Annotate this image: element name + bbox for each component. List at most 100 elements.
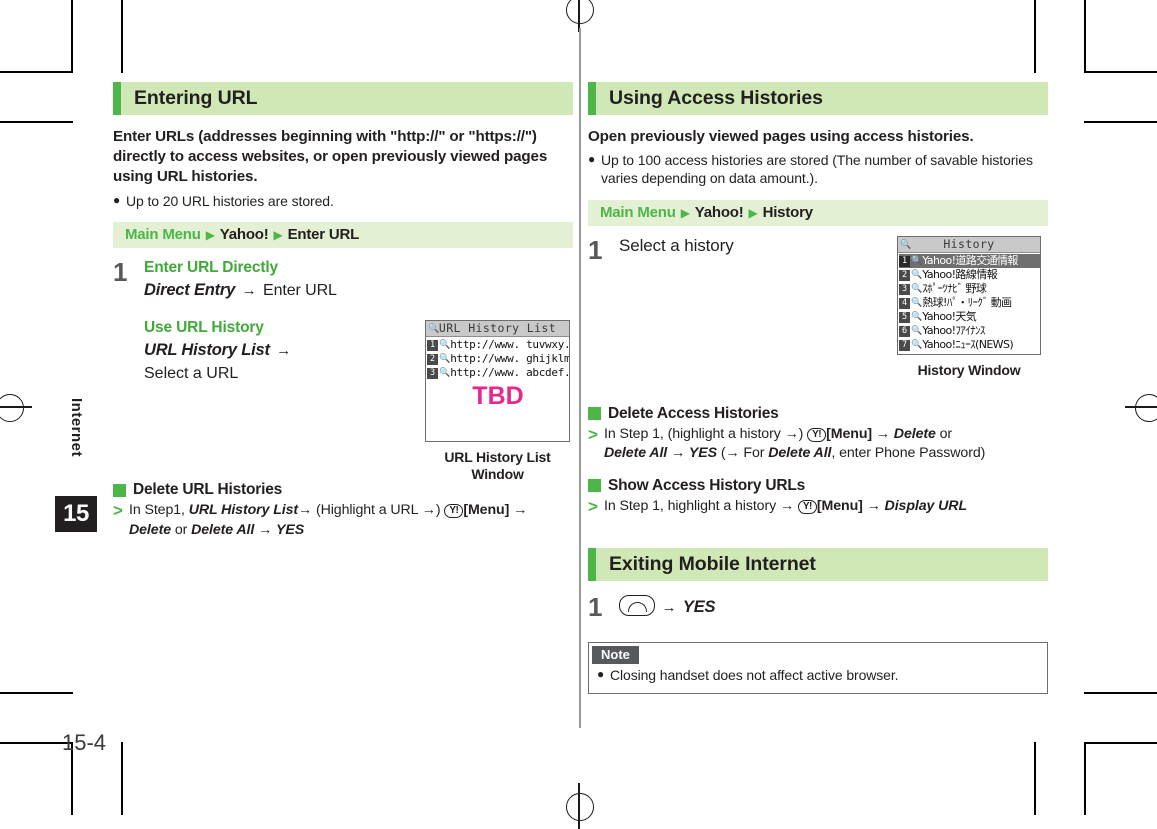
list-item[interactable]: 3 🔍 ｽﾎﾟｰﾂﾅﾋﾞ 野球 — [899, 282, 1040, 296]
yahoo-key-icon-3: Y! — [797, 499, 817, 514]
row-text: ｽﾎﾟｰﾂﾅﾋﾞ 野球 — [922, 282, 987, 295]
chapter-number-badge: 15 — [55, 496, 97, 532]
caption-line-2: Window — [471, 465, 524, 482]
step-block-a-heading: Enter URL Directly — [144, 258, 278, 276]
bullet-text-2: Up to 100 access histories are stored (T… — [601, 152, 1033, 187]
manual-page: Internet 15 15-4 Entering URL Enter URLs… — [0, 0, 1157, 829]
magnifier-icon-row: 🔍 — [911, 256, 923, 266]
shot-title-text: URL History List — [438, 321, 557, 335]
nav-crumb-4: History — [762, 204, 813, 222]
url-history-list-window: 🔍 URL History List 1 🔍 http://www. tuvwx… — [425, 320, 570, 442]
list-item[interactable]: 5 🔍 Yahoo!天気 — [899, 310, 1040, 324]
subsection-title: Delete URL Histories — [133, 481, 283, 499]
row-text: Yahoo!ﾌｱｲﾅﾝｽ — [922, 324, 985, 337]
nav-path-bar: Main Menu ▶ Yahoo! ▶ Enter URL — [113, 221, 573, 248]
magnifier-icon: 🔍 — [428, 324, 440, 334]
section-title-2: Using Access Histories — [609, 87, 823, 109]
crop-mark-tl-v — [71, 0, 73, 73]
step-number-exiting: 1 — [588, 592, 603, 623]
step-block-a-line: Direct Entry → Enter URL — [144, 279, 573, 302]
caption-line-1-2: History Window — [917, 362, 1021, 378]
note-bullet-dot-icon: ● — [597, 667, 605, 682]
subsection-header-delete-access-histories: Delete Access Histories — [588, 405, 1048, 423]
instr2-italic-delete-all-2: Delete All — [768, 444, 832, 461]
row-index: 5 — [899, 311, 910, 323]
row-index: 1 — [427, 339, 438, 351]
list-item[interactable]: 6 🔍 Yahoo!ﾌｱｲﾅﾝｽ — [899, 324, 1040, 338]
instr3-italic-display-url: Display URL — [884, 497, 968, 514]
step-block-a-italic: Direct Entry — [144, 280, 236, 299]
instr3-arrow-1: → — [779, 497, 795, 514]
subsection-header-delete-url-histories: Delete URL Histories — [113, 481, 573, 499]
row-index: 4 — [899, 297, 910, 309]
shot-title-bar-2: 🔍 History — [898, 237, 1040, 253]
list-item[interactable]: 1 🔍 http://www. tuvwxy. xx — [427, 338, 569, 352]
instr-italic-delete-all: Delete All — [191, 521, 255, 538]
instr-menu-label: [Menu] — [463, 502, 510, 519]
instr2-prefix: In Step 1, (highlight a history — [604, 425, 785, 442]
section-header-exiting-mobile-internet: Exiting Mobile Internet — [588, 548, 1048, 582]
gt-marker-icon-2: > — [588, 424, 598, 444]
caption-line-1: URL History List — [444, 449, 551, 465]
crop-mark-br-v — [1084, 742, 1086, 815]
list-item[interactable]: 2 🔍 http://www. ghijklmno — [427, 352, 569, 366]
row-index: 2 — [899, 269, 910, 281]
magnifier-icon-row: 🔍 — [911, 270, 923, 280]
list-item[interactable]: 4 🔍 熱球!ﾊﾟ・ﾘｰｸﾞ 動画 — [899, 296, 1040, 310]
instr-mid-2: ) — [435, 502, 445, 519]
row-index: 3 — [427, 367, 438, 379]
list-item[interactable]: 3 🔍 http://www. abcdef. xx — [427, 366, 569, 380]
tbd-overlay: TBD — [472, 382, 524, 410]
crop-mark-tr-h — [1084, 71, 1157, 73]
subsection-instruction-text-3: In Step 1, highlight a history → Y! [Menu… — [604, 497, 1048, 517]
step-block-b-italic: URL History List — [144, 340, 270, 359]
history-screenshot-figure: 🔍 History 1 🔍 Yahoo!道路交通情報 2 🔍 Yahoo!路線情… — [897, 236, 1041, 379]
magnifier-icon-row: 🔍 — [439, 340, 451, 350]
bullet-dot-icon-2: ● — [588, 152, 596, 167]
subsection-header-show-access-history-urls: Show Access History URLs — [588, 477, 1048, 495]
column-divider — [579, 28, 581, 728]
bullet-dot-icon: ● — [113, 192, 121, 207]
note-bullet-text: Closing handset does not affect active b… — [610, 667, 899, 684]
exit-confirm-label: YES — [682, 598, 716, 617]
step-number-right: 1 — [588, 234, 603, 265]
instr-arrow-3: → — [513, 502, 528, 519]
instr-arrow-1: → — [298, 502, 313, 519]
instr3-menu-label: [Menu] — [816, 497, 863, 514]
instr2-mid: ) — [798, 425, 808, 442]
instr2-arrow-3: → — [670, 444, 686, 461]
page-number: 15-4 — [62, 730, 107, 755]
instr-arrow-4: → — [258, 521, 273, 538]
note-box: Note ● Closing handset does not affect a… — [588, 642, 1048, 694]
list-item[interactable]: 1 🔍 Yahoo!道路交通情報 — [899, 254, 1040, 268]
shot-title-text-2: History — [943, 237, 995, 251]
green-square-icon-2 — [588, 407, 601, 421]
step-block-a-tail: Enter URL — [263, 281, 337, 299]
instr-italic-delete: Delete — [129, 521, 171, 538]
section-header-using-access-histories: Using Access Histories — [588, 82, 1048, 115]
instr2-italic-delete: Delete — [893, 425, 936, 442]
history-window: 🔍 History 1 🔍 Yahoo!道路交通情報 2 🔍 Yahoo!路線情… — [897, 236, 1041, 355]
crop-mark-tr-v2 — [1034, 0, 1036, 73]
row-text: http://www. tuvwxy. xx — [450, 338, 569, 351]
crop-mark-tr-h2 — [1084, 121, 1157, 123]
nav-root-label: Main Menu — [125, 226, 201, 244]
subsection-instruction-3: > In Step 1, highlight a history → Y! [Me… — [588, 497, 1048, 517]
step-body-exiting: → YES — [619, 593, 1048, 620]
row-text: Yahoo!天気 — [922, 310, 977, 323]
subsection-title-3: Show Access History URLs — [608, 476, 806, 494]
section-accent-bar-2 — [588, 82, 596, 115]
crop-mark-tl-h2 — [0, 121, 73, 123]
instr2-arrow-1: → — [784, 425, 799, 442]
instr-italic-1: URL History List — [188, 502, 299, 519]
subsection-instruction-text-2: In Step 1, (highlight a history →) Y! [Me… — [604, 425, 1048, 463]
list-item[interactable]: 2 🔍 Yahoo!路線情報 — [899, 268, 1040, 282]
magnifier-icon-2: 🔍 — [900, 240, 912, 250]
row-text: http://www. ghijklmno — [450, 352, 569, 365]
end-call-key-icon — [619, 595, 655, 617]
list-item[interactable]: 7 🔍 Yahoo!ﾆｭｰｽ(NEWS) — [899, 338, 1040, 352]
gt-marker-icon-3: > — [588, 496, 598, 516]
instr2-italic-delete-all: Delete All — [604, 444, 668, 461]
yahoo-key-icon: Y! — [444, 504, 464, 519]
crop-mark-bl-h2 — [0, 692, 73, 694]
